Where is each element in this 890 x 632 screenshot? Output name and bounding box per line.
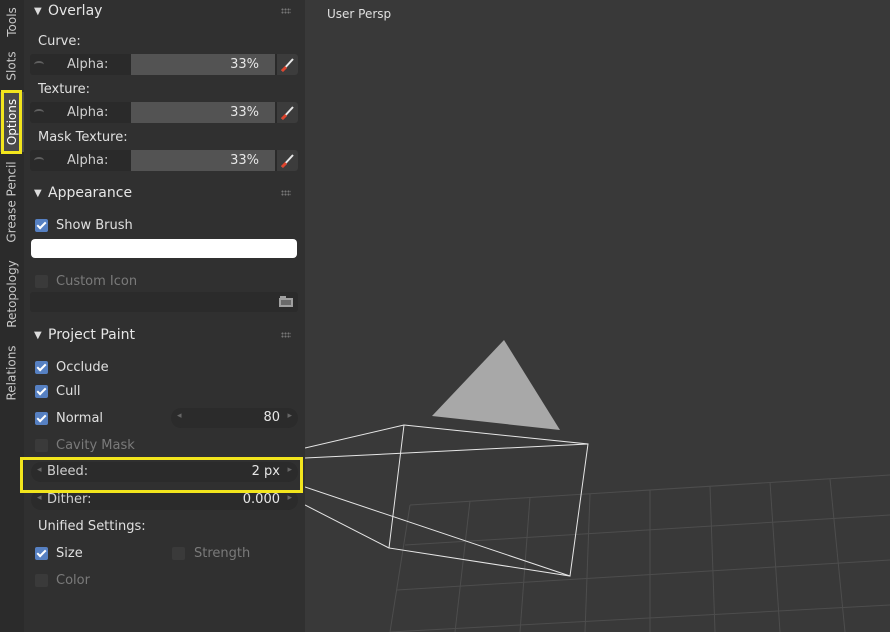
- curve-alpha-label: Alpha:: [67, 57, 109, 72]
- bleed-highlight: [20, 457, 303, 493]
- cull-label: Cull: [56, 384, 81, 399]
- mask-alpha-slider[interactable]: 33%: [131, 150, 275, 171]
- custom-icon-checkbox[interactable]: [35, 275, 48, 288]
- curve-alpha-slider[interactable]: 33%: [131, 54, 275, 75]
- curve-label: Curve:: [38, 34, 81, 49]
- eye-icon[interactable]: [34, 109, 44, 116]
- dither-label: Dither:: [47, 492, 92, 507]
- normal-label: Normal: [56, 411, 104, 426]
- mask-alpha-label: Alpha:: [67, 153, 109, 168]
- appearance-section-header[interactable]: ▼ Appearance: [24, 182, 305, 204]
- tab-tools[interactable]: Tools: [0, 2, 24, 42]
- custom-icon-path-field[interactable]: [30, 292, 298, 312]
- texture-alpha-label: Alpha:: [67, 105, 109, 120]
- mask-texture-label: Mask Texture:: [38, 130, 128, 145]
- occlude-label: Occlude: [56, 360, 109, 375]
- collapse-triangle-icon: ▼: [34, 329, 42, 341]
- tool-options-panel: ▼ Overlay Curve: Alpha: 33% Texture: Alp…: [24, 0, 305, 632]
- tab-retopology-label: Retopology: [5, 260, 19, 328]
- texture-alpha-value: 33%: [230, 105, 259, 120]
- normal-checkbox[interactable]: [35, 412, 48, 425]
- show-brush-checkbox[interactable]: [35, 219, 48, 232]
- decrement-arrow-icon[interactable]: ◂: [37, 493, 42, 503]
- collapse-triangle-icon: ▼: [34, 187, 42, 199]
- cavity-mask-label: Cavity Mask: [56, 438, 135, 453]
- cull-checkbox[interactable]: [35, 385, 48, 398]
- unified-size-checkbox[interactable]: [35, 547, 48, 560]
- unified-color-label: Color: [56, 573, 90, 588]
- folder-icon[interactable]: [279, 296, 293, 307]
- custom-icon-label: Custom Icon: [56, 274, 138, 289]
- texture-alpha-row: Alpha: 33%: [30, 102, 298, 123]
- brush-icon: [280, 58, 294, 73]
- unified-color-checkbox[interactable]: [35, 574, 48, 587]
- normal-value: 80: [263, 410, 280, 425]
- camera-up-triangle: [432, 340, 560, 430]
- increment-arrow-icon[interactable]: ▸: [287, 493, 292, 503]
- curve-alpha-value: 33%: [230, 57, 259, 72]
- mask-alpha-value: 33%: [230, 153, 259, 168]
- project-paint-title: Project Paint: [48, 327, 135, 343]
- increment-arrow-icon[interactable]: ▸: [287, 411, 292, 421]
- tab-relations-label: Relations: [5, 345, 20, 401]
- tool-shelf-tabs: Tools Slots Options Grease Pencil Retopo…: [0, 0, 24, 632]
- viewport-perspective-label: User Persp: [327, 7, 392, 21]
- brush-icon: [280, 154, 294, 169]
- 3d-viewport[interactable]: User Persp: [305, 0, 890, 632]
- viewport-scene: [305, 340, 890, 632]
- camera-frustum: [305, 424, 589, 577]
- tab-relations[interactable]: Relations: [0, 340, 24, 406]
- decrement-arrow-icon[interactable]: ◂: [177, 411, 182, 421]
- tab-retopology[interactable]: Retopology: [0, 254, 24, 334]
- drag-grip-icon[interactable]: [281, 190, 291, 196]
- unified-size-label: Size: [56, 546, 83, 561]
- brush-override-button[interactable]: [277, 102, 298, 123]
- normal-angle-field[interactable]: ◂ 80 ▸: [171, 408, 298, 428]
- dither-value: 0.000: [242, 492, 280, 507]
- tab-tools-label: Tools: [5, 7, 19, 37]
- curve-alpha-row: Alpha: 33%: [30, 54, 298, 75]
- collapse-triangle-icon: ▼: [34, 5, 42, 17]
- brush-override-button[interactable]: [277, 54, 298, 75]
- options-tab-highlight: [1, 90, 22, 154]
- mask-alpha-row: Alpha: 33%: [30, 150, 298, 171]
- brush-icon: [280, 106, 294, 121]
- tab-grease-pencil-label: Grease Pencil: [5, 161, 19, 243]
- eye-icon[interactable]: [34, 61, 44, 68]
- unified-strength-label: Strength: [194, 546, 251, 561]
- texture-alpha-slider[interactable]: 33%: [131, 102, 275, 123]
- cavity-mask-checkbox[interactable]: [35, 439, 48, 452]
- occlude-checkbox[interactable]: [35, 361, 48, 374]
- tab-slots-label: Slots: [5, 51, 19, 81]
- texture-label: Texture:: [38, 82, 90, 97]
- tab-slots[interactable]: Slots: [0, 46, 24, 86]
- floor-grid: [389, 474, 890, 632]
- drag-grip-icon[interactable]: [281, 332, 291, 338]
- unified-settings-label: Unified Settings:: [38, 519, 146, 534]
- eye-icon[interactable]: [34, 157, 44, 164]
- project-paint-section-header[interactable]: ▼ Project Paint: [24, 324, 305, 346]
- brush-color-swatch[interactable]: [31, 239, 297, 258]
- overlay-title: Overlay: [48, 3, 103, 19]
- unified-strength-checkbox[interactable]: [172, 547, 185, 560]
- drag-grip-icon[interactable]: [281, 8, 291, 14]
- tab-grease-pencil[interactable]: Grease Pencil: [0, 156, 24, 248]
- show-brush-label: Show Brush: [56, 218, 133, 233]
- brush-override-button[interactable]: [277, 150, 298, 171]
- appearance-title: Appearance: [48, 185, 133, 201]
- dither-field[interactable]: ◂ Dither: 0.000 ▸: [31, 490, 298, 510]
- overlay-section-header[interactable]: ▼ Overlay: [24, 0, 305, 22]
